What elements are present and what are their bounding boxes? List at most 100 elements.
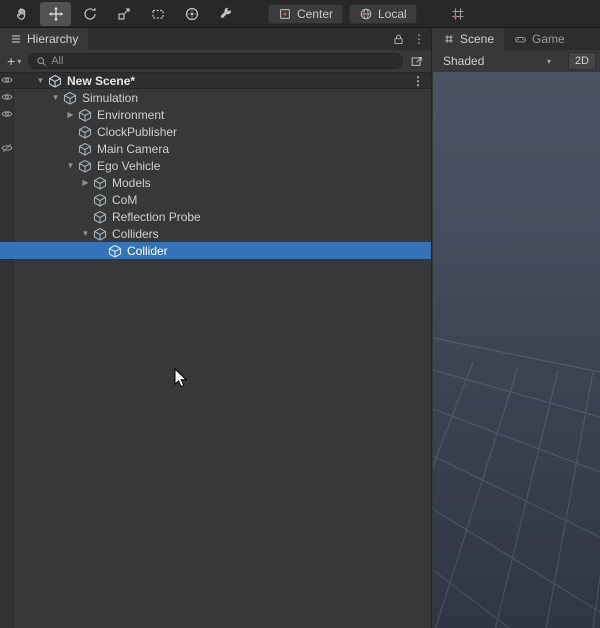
gameobject-cube-icon: [78, 108, 92, 122]
hierarchy-item-models[interactable]: ▶ Models: [0, 174, 431, 191]
perspective-grid: [433, 337, 600, 628]
mouse-cursor: [174, 368, 188, 388]
tab-game[interactable]: Game: [504, 28, 575, 50]
foldout-collapsed-icon[interactable]: ▶: [78, 178, 93, 187]
2d-toggle-button[interactable]: 2D: [567, 52, 596, 70]
move-tool-button[interactable]: [40, 1, 71, 26]
scene-name-label: New Scene*: [67, 73, 136, 88]
hierarchy-item-com[interactable]: CoM: [0, 191, 431, 208]
foldout-collapsed-icon[interactable]: ▶: [63, 110, 78, 119]
item-label: Ego Vehicle: [97, 158, 161, 173]
transform-tool-button[interactable]: [176, 2, 207, 26]
scene-grid-icon: [445, 35, 453, 43]
scale-icon: [117, 7, 130, 20]
scale-tool-button[interactable]: [108, 2, 139, 26]
hierarchy-item-reflection-probe[interactable]: Reflection Probe: [0, 208, 431, 225]
gameobject-cube-icon: [93, 193, 107, 207]
globe-local-icon: [360, 8, 372, 19]
hand-tool-button[interactable]: [6, 2, 37, 26]
hierarchy-tab-label: Hierarchy: [27, 32, 79, 46]
hierarchy-tab-bar: Hierarchy ⋮: [0, 28, 431, 50]
scene-asset-icon: [48, 74, 62, 88]
gameobject-cube-icon: [78, 159, 92, 173]
hierarchy-item-collider-selected[interactable]: Collider: [0, 242, 431, 259]
item-label: ClockPublisher: [97, 124, 178, 139]
tab-scene[interactable]: Scene: [433, 28, 505, 50]
rotate-icon: [83, 7, 96, 20]
item-label: Reflection Probe: [112, 209, 201, 224]
gameobject-cube-icon: [63, 91, 77, 105]
gameobject-cube-icon: [78, 125, 92, 139]
game-tab-label: Game: [532, 32, 565, 46]
hierarchy-item-clockpublisher[interactable]: ClockPublisher: [0, 123, 431, 140]
scene-tab-bar: Scene Game: [433, 28, 600, 50]
grid-snapping-button[interactable]: [443, 2, 474, 26]
environment-visibility-eye-icon[interactable]: [1, 108, 13, 120]
hierarchy-toolbar: + ▾: [0, 50, 431, 72]
scene-menu-icon[interactable]: ⋮: [412, 75, 424, 87]
gameobject-cube-icon: [78, 142, 92, 156]
gamepad-icon: [515, 36, 526, 42]
pivot-center-icon: [280, 8, 290, 19]
item-label: Models: [112, 175, 151, 190]
rect-tool-icon: [151, 9, 164, 19]
hand-icon: [16, 7, 25, 20]
tab-hierarchy[interactable]: Hierarchy: [0, 28, 89, 50]
search-input[interactable]: [51, 55, 395, 67]
item-label: Environment: [97, 107, 165, 122]
custom-tool-button[interactable]: [210, 2, 241, 26]
search-box[interactable]: [28, 53, 403, 69]
draw-mode-label: Shaded: [443, 54, 485, 68]
hierarchy-item-colliders[interactable]: ▼ Colliders: [0, 225, 431, 242]
move-icon: [48, 6, 63, 21]
orientation-mode-button[interactable]: Local: [349, 3, 417, 24]
scene-visibility-eye-icon[interactable]: [1, 74, 13, 86]
simulation-visibility-eye-icon[interactable]: [1, 91, 13, 103]
item-label: Collider: [127, 243, 168, 258]
rotate-tool-button[interactable]: [74, 2, 105, 26]
chevron-down-icon: ▾: [546, 56, 551, 66]
custom-tools-icon: [220, 7, 231, 18]
gameobject-cube-icon: [93, 176, 107, 190]
hamburger-icon: [11, 35, 21, 43]
panel-menu-icon[interactable]: ⋮: [413, 33, 425, 45]
foldout-expanded-icon[interactable]: ▼: [78, 229, 93, 238]
hierarchy-item-ego-vehicle[interactable]: ▼ Ego Vehicle: [0, 157, 431, 174]
scene-tab-label: Scene: [460, 32, 495, 46]
lock-icon[interactable]: [392, 33, 405, 46]
item-label: Simulation: [82, 90, 139, 105]
chevron-down-icon: ▾: [17, 56, 22, 66]
scene-view-toolbar: Shaded ▾ 2D: [433, 50, 600, 72]
grid-snap-icon: [452, 8, 464, 19]
search-window-button[interactable]: [410, 54, 424, 68]
hierarchy-panel: Hierarchy ⋮ + ▾ All ▼ New Scene* ⋮ ▼ Sim…: [0, 28, 432, 628]
open-window-icon: [411, 56, 422, 66]
create-object-button[interactable]: + ▾: [7, 54, 21, 68]
hierarchy-item-environment[interactable]: ▶ Environment: [0, 106, 431, 123]
item-label: Colliders: [112, 226, 159, 241]
search-icon: [37, 56, 46, 66]
rect-tool-button[interactable]: [142, 2, 173, 26]
2d-toggle-label: 2D: [574, 55, 589, 67]
scene-header-row[interactable]: ▼ New Scene* ⋮: [0, 72, 431, 89]
plus-icon: +: [7, 53, 16, 69]
orientation-mode-label: Local: [378, 6, 407, 21]
main-toolbar: Center Local: [0, 0, 600, 28]
gameobject-cube-icon: [108, 244, 122, 258]
pivot-mode-label: Center: [297, 6, 334, 21]
foldout-expanded-icon[interactable]: ▼: [48, 93, 63, 102]
hierarchy-tree: ▼ New Scene* ⋮ ▼ Simulation ▶ Environmen…: [0, 72, 431, 628]
camera-visibility-eye-off-icon[interactable]: [1, 142, 13, 154]
item-label: CoM: [112, 192, 138, 207]
foldout-expanded-icon[interactable]: ▼: [63, 161, 78, 170]
draw-mode-dropdown[interactable]: Shaded ▾: [437, 52, 557, 70]
scene-viewport[interactable]: [433, 72, 600, 628]
hierarchy-item-simulation[interactable]: ▼ Simulation: [0, 89, 431, 106]
handle-settings-group: Center Local: [268, 3, 417, 24]
transform-icon: [185, 7, 198, 20]
scene-view-panel: Scene Game Shaded ▾ 2D: [433, 28, 600, 628]
hierarchy-item-main-camera[interactable]: Main Camera: [0, 140, 431, 157]
item-label: Main Camera: [97, 141, 170, 156]
foldout-expanded-icon[interactable]: ▼: [33, 76, 48, 85]
pivot-mode-button[interactable]: Center: [268, 3, 344, 24]
